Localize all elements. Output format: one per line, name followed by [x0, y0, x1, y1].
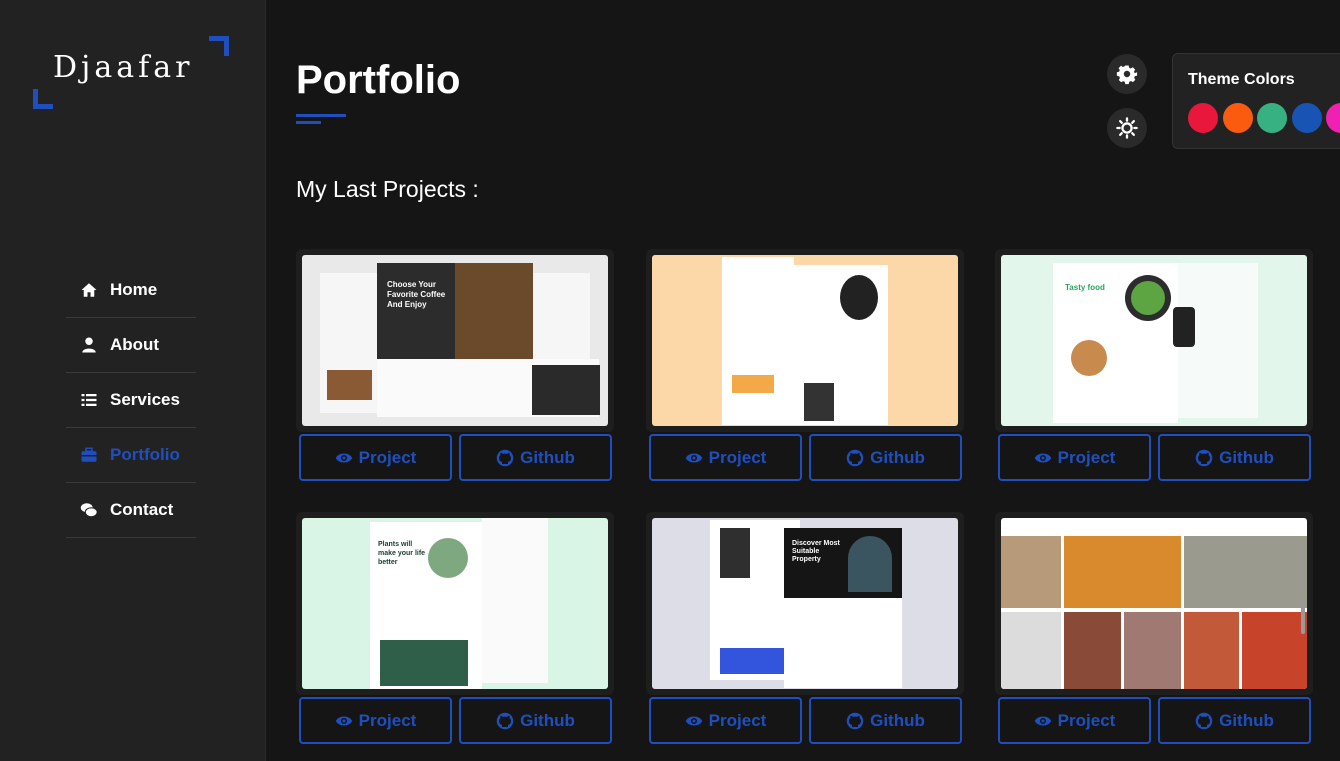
- github-button[interactable]: Github: [809, 434, 962, 481]
- project-button[interactable]: Project: [649, 697, 802, 744]
- eye-icon: [335, 716, 352, 725]
- page-title: Portfolio: [296, 58, 461, 102]
- project-button[interactable]: Project: [649, 434, 802, 481]
- github-button[interactable]: Github: [459, 434, 612, 481]
- thumb-heading: Choose Your Favorite Coffee And Enjoy: [387, 280, 446, 309]
- theme-toggle-button[interactable]: [1107, 108, 1147, 148]
- theme-colors-panel: Theme Colors: [1172, 53, 1340, 149]
- eye-icon: [335, 453, 352, 462]
- github-button[interactable]: Github: [459, 697, 612, 744]
- project-button-label: Project: [708, 447, 767, 467]
- github-icon: [496, 449, 514, 466]
- project-thumbnail-food[interactable]: Tasty food: [1001, 255, 1307, 426]
- eye-icon: [1034, 716, 1051, 725]
- sidebar: Djaafar Home About Services Portfolio Co…: [0, 0, 266, 761]
- list-icon: [81, 394, 97, 406]
- color-swatch-blue[interactable]: [1292, 103, 1322, 133]
- project-button[interactable]: Project: [299, 434, 452, 481]
- github-button-label: Github: [870, 447, 925, 467]
- page-header: Portfolio: [296, 58, 461, 124]
- project-button[interactable]: Project: [998, 697, 1151, 744]
- github-button-label: Github: [520, 710, 575, 730]
- project-thumbnail-frame: Plants will make your life better: [296, 512, 614, 695]
- project-thumbnail-frame: Discover Most Suitable Property: [646, 512, 964, 695]
- github-button-label: Github: [1219, 710, 1274, 730]
- github-icon: [846, 712, 864, 729]
- project-button-label: Project: [708, 710, 767, 730]
- theme-colors-title: Theme Colors: [1188, 71, 1295, 88]
- title-underline: [296, 114, 346, 117]
- thumb-heading: Tasty food: [1065, 283, 1105, 292]
- project-button-label: Project: [358, 447, 417, 467]
- sidebar-nav: Home About Services Portfolio Contact: [66, 263, 196, 538]
- color-swatch-orange[interactable]: [1223, 103, 1253, 133]
- project-thumbnail-plants[interactable]: Plants will make your life better: [302, 518, 608, 689]
- comments-icon: [80, 503, 98, 518]
- nav-item-label: Contact: [110, 500, 174, 519]
- nav-item-contact[interactable]: Contact: [66, 483, 196, 538]
- thumb-heading: Discover Most Suitable Property: [792, 540, 840, 563]
- logo-text: Djaafar: [53, 50, 194, 85]
- gear-icon: [1116, 65, 1138, 85]
- project-thumbnail-watches[interactable]: [652, 255, 958, 426]
- thumb-heading: Plants will make your life better: [378, 541, 426, 566]
- project-thumbnail-frame: [646, 249, 964, 432]
- logo-corner-top-right: [209, 36, 229, 56]
- project-button-label: Project: [1057, 710, 1116, 730]
- github-button[interactable]: Github: [1158, 434, 1311, 481]
- project-thumbnail-property[interactable]: Discover Most Suitable Property: [652, 518, 958, 689]
- github-button[interactable]: Github: [1158, 697, 1311, 744]
- nav-item-services[interactable]: Services: [66, 373, 196, 428]
- project-thumbnail-frame: [995, 512, 1313, 695]
- project-thumbnail-gallery[interactable]: [1001, 518, 1307, 689]
- github-icon: [496, 712, 514, 729]
- eye-icon: [1034, 453, 1051, 462]
- logo-corner-bottom-left: [33, 89, 53, 109]
- github-button-label: Github: [1219, 447, 1274, 467]
- project-button[interactable]: Project: [998, 434, 1151, 481]
- project-button-label: Project: [358, 710, 417, 730]
- nav-item-label: Services: [110, 390, 180, 409]
- project-thumbnail-frame: Choose Your Favorite Coffee And Enjoy: [296, 249, 614, 432]
- github-button-label: Github: [520, 447, 575, 467]
- nav-item-portfolio[interactable]: Portfolio: [66, 428, 196, 483]
- color-swatch-red[interactable]: [1188, 103, 1218, 133]
- title-underline-short: [296, 121, 321, 124]
- nav-item-label: Home: [110, 280, 158, 299]
- settings-button[interactable]: [1107, 54, 1147, 94]
- eye-icon: [685, 716, 702, 725]
- user-icon: [82, 337, 96, 353]
- eye-icon: [685, 453, 702, 462]
- home-icon: [81, 283, 97, 297]
- briefcase-icon: [81, 447, 97, 462]
- nav-item-label: About: [110, 335, 160, 354]
- color-swatch-green[interactable]: [1257, 103, 1287, 133]
- logo[interactable]: Djaafar: [33, 36, 229, 109]
- github-icon: [846, 449, 864, 466]
- color-swatch-pink[interactable]: [1326, 103, 1340, 133]
- nav-item-home[interactable]: Home: [66, 263, 196, 318]
- github-button-label: Github: [870, 710, 925, 730]
- nav-item-about[interactable]: About: [66, 318, 196, 373]
- sun-icon: [1116, 117, 1138, 139]
- nav-item-label: Portfolio: [110, 445, 180, 464]
- github-icon: [1195, 449, 1213, 466]
- section-subtitle: My Last Projects :: [296, 176, 479, 202]
- github-button[interactable]: Github: [809, 697, 962, 744]
- project-button-label: Project: [1057, 447, 1116, 467]
- project-thumbnail-frame: Tasty food: [995, 249, 1313, 432]
- github-icon: [1195, 712, 1213, 729]
- project-button[interactable]: Project: [299, 697, 452, 744]
- project-thumbnail-coffee[interactable]: Choose Your Favorite Coffee And Enjoy: [302, 255, 608, 426]
